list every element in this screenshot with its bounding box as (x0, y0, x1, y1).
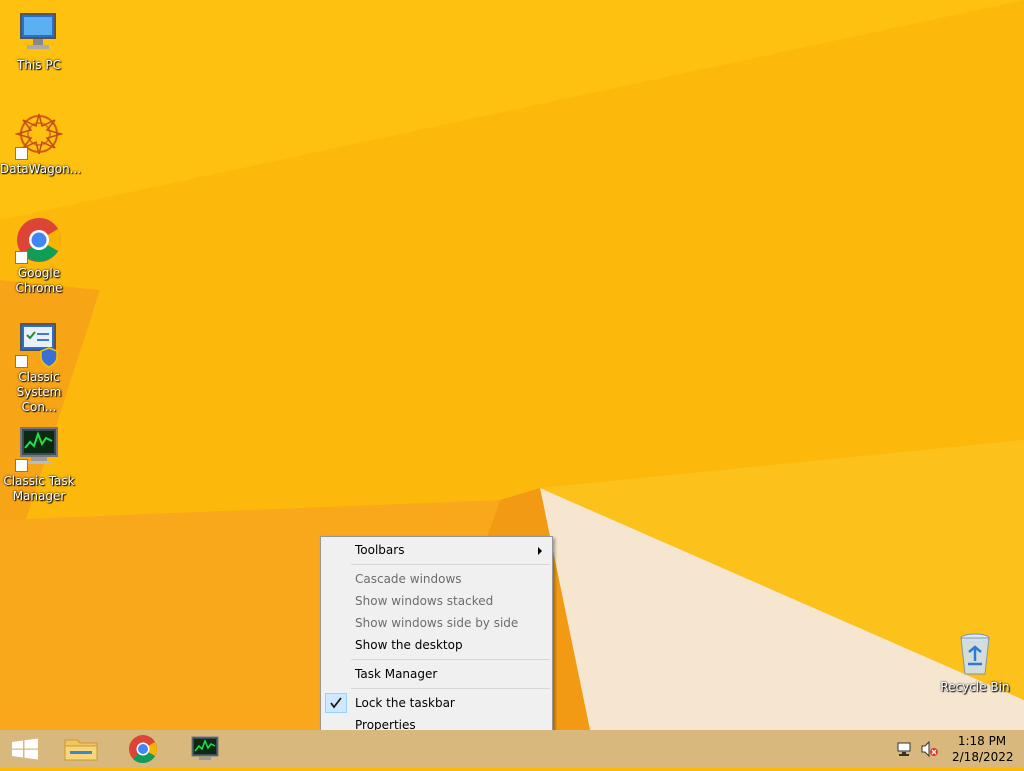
desktop-icon-classic-system-control[interactable]: Classic System Con... (0, 320, 78, 415)
clock-date: 2/18/2022 (952, 750, 1014, 764)
control-panel-icon (15, 320, 63, 368)
task-manager-icon (191, 736, 219, 760)
shortcut-arrow-icon (15, 147, 28, 160)
taskbar-context-menu: Toolbars Cascade windows Show windows st… (320, 536, 553, 739)
shortcut-arrow-icon (15, 251, 28, 264)
desktop-icon-label: DataWagon... (0, 162, 82, 176)
desktop-icon-datawagon[interactable]: DataWagon... (0, 112, 82, 177)
folder-icon (64, 739, 98, 761)
menu-item-label: Show windows stacked (355, 594, 494, 608)
menu-item-label: Toolbars (355, 543, 405, 557)
desktop-icon-label: Classic Task Manager (3, 474, 75, 503)
recycle-bin-icon (951, 630, 999, 678)
menu-item-show-windows-side-by-side: Show windows side by side (323, 612, 550, 634)
shortcut-arrow-icon (15, 459, 28, 472)
desktop-icon-label: Google Chrome (15, 266, 63, 295)
chrome-icon (129, 735, 157, 764)
desktop-icon-label: Classic System Con... (16, 370, 62, 414)
this-pc-icon (15, 8, 63, 56)
menu-separator (351, 564, 550, 565)
menu-item-label: Show the desktop (355, 638, 463, 652)
chrome-button[interactable] (118, 730, 168, 768)
menu-item-label: Show windows side by side (355, 616, 519, 630)
desktop-icon-this-pc[interactable]: This PC (0, 8, 78, 73)
file-explorer-button[interactable] (56, 730, 106, 768)
desktop-icon-label: This PC (17, 58, 61, 72)
windows-logo-icon (12, 738, 38, 760)
menu-item-lock-the-taskbar[interactable]: Lock the taskbar (323, 692, 550, 714)
menu-separator (351, 688, 550, 689)
taskbar-clock[interactable]: 1:18 PM 2/18/2022 (952, 733, 1014, 765)
submenu-arrow-icon (538, 547, 542, 555)
desktop-icon-google-chrome[interactable]: Google Chrome (0, 216, 78, 296)
menu-item-task-manager[interactable]: Task Manager (323, 663, 550, 685)
clock-time: 1:18 PM (957, 734, 1007, 748)
menu-item-label: Task Manager (355, 667, 438, 681)
network-icon[interactable] (896, 740, 914, 758)
checkmark-icon (325, 693, 347, 713)
volume-muted-icon[interactable] (920, 740, 940, 758)
start-button[interactable] (0, 730, 50, 768)
menu-item-label: Lock the taskbar (355, 696, 455, 710)
chrome-icon (15, 216, 63, 264)
menu-item-label: Cascade windows (355, 572, 462, 586)
task-manager-button[interactable] (180, 730, 230, 768)
menu-item-toolbars[interactable]: Toolbars (323, 539, 550, 561)
datawagon-icon (14, 112, 64, 160)
task-manager-icon (15, 424, 63, 472)
desktop-icon-classic-task-manager[interactable]: Classic Task Manager (0, 424, 78, 504)
desktop-icon-label: Recycle Bin (940, 680, 1010, 694)
menu-item-show-windows-stacked: Show windows stacked (323, 590, 550, 612)
menu-item-show-the-desktop[interactable]: Show the desktop (323, 634, 550, 656)
taskbar[interactable]: 1:18 PM 2/18/2022 (0, 730, 1024, 768)
shortcut-arrow-icon (15, 355, 28, 368)
menu-separator (351, 659, 550, 660)
desktop-icon-recycle-bin[interactable]: Recycle Bin (936, 630, 1014, 695)
menu-item-cascade-windows: Cascade windows (323, 568, 550, 590)
